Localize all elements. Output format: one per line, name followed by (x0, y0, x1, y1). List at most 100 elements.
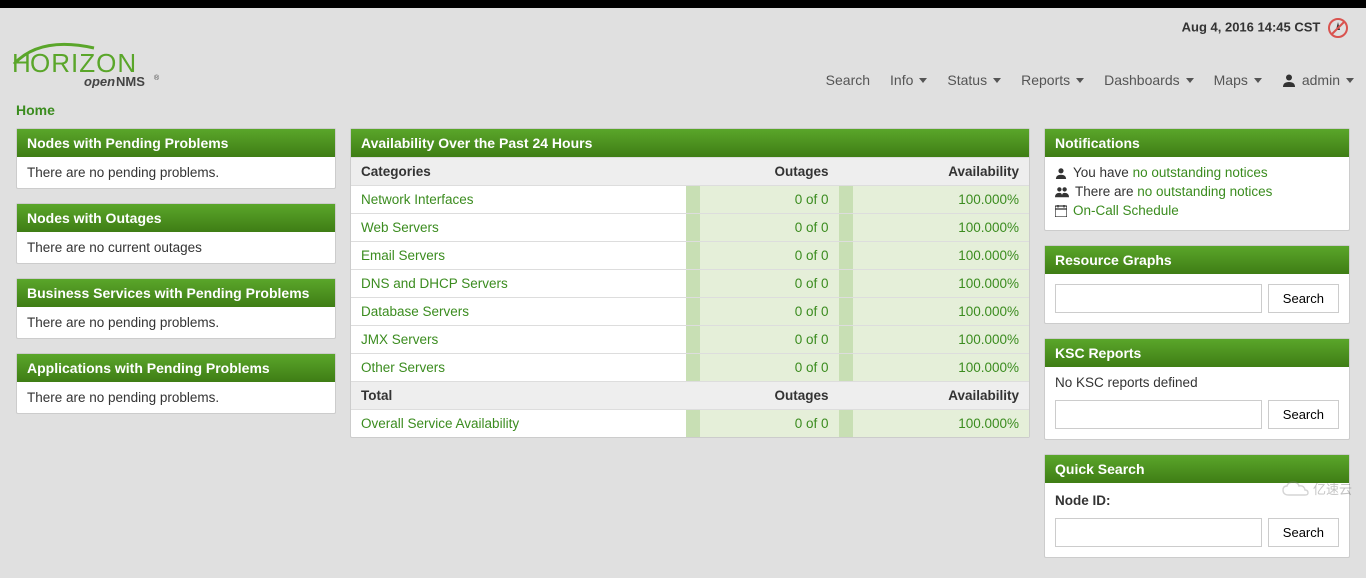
panel-title: Business Services with Pending Problems (17, 279, 335, 307)
oncall-link[interactable]: On-Call Schedule (1073, 203, 1179, 218)
node-id-input[interactable] (1055, 518, 1262, 547)
availability-table: Categories Outages Availability Network … (351, 157, 1029, 437)
datetime-text: Aug 4, 2016 14:45 CST (1182, 19, 1321, 34)
category-link[interactable]: Web Servers (361, 220, 439, 235)
quick-search-button[interactable]: Search (1268, 518, 1339, 547)
outages-cell: 0 of 0 (700, 326, 838, 353)
users-icon (1055, 186, 1069, 198)
nav-search[interactable]: Search (826, 72, 870, 88)
center-column: Availability Over the Past 24 Hours Cate… (350, 128, 1030, 438)
avail-cell: 100.000% (853, 270, 1029, 297)
outages-cell: 0 of 0 (700, 242, 838, 269)
table-row: DNS and DHCP Servers 0 of 0 100.000% (351, 270, 1029, 298)
table-overall-row: Overall Service Availability 0 of 0 100.… (351, 410, 1029, 438)
user-icon (1055, 167, 1067, 179)
svg-text:H: H (12, 48, 32, 78)
overall-outages: 0 of 0 (700, 410, 838, 437)
col-outages: Outages (686, 158, 838, 186)
notif-you-line: You have no outstanding notices (1055, 165, 1339, 180)
panel-body: There are no pending problems. (17, 157, 335, 188)
notif-there-line: There are no outstanding notices (1055, 184, 1339, 199)
panel-resource-graphs: Resource Graphs Search (1044, 245, 1350, 324)
header: Aug 4, 2016 14:45 CST H ORIZON open NMS … (0, 8, 1366, 96)
user-icon (1282, 73, 1296, 87)
ksc-search-button[interactable]: Search (1268, 400, 1339, 429)
svg-text:®: ® (154, 74, 160, 82)
panel-title: KSC Reports (1045, 339, 1349, 367)
ksc-input[interactable] (1055, 400, 1262, 429)
panel-title: Notifications (1045, 129, 1349, 157)
panel-availability: Availability Over the Past 24 Hours Cate… (350, 128, 1030, 438)
nav-dashboards-label: Dashboards (1104, 72, 1180, 88)
resource-graphs-input[interactable] (1055, 284, 1262, 313)
panel-title: Resource Graphs (1045, 246, 1349, 274)
calendar-icon (1055, 205, 1067, 217)
chevron-down-icon (919, 78, 927, 83)
right-column: Notifications You have no outstanding no… (1044, 128, 1350, 558)
table-header-row: Categories Outages Availability (351, 158, 1029, 186)
avail-cell: 100.000% (853, 354, 1029, 381)
panel-ksc: KSC Reports No KSC reports defined Searc… (1044, 338, 1350, 440)
panel-body: There are no pending problems. (17, 307, 335, 338)
notif-there-prefix: There are (1075, 184, 1137, 199)
nav-reports[interactable]: Reports (1021, 72, 1084, 88)
nav-dashboards[interactable]: Dashboards (1104, 72, 1194, 88)
outages-cell: 0 of 0 (700, 186, 838, 213)
total-availability: Availability (839, 382, 1029, 410)
notif-you-link[interactable]: no outstanding notices (1133, 165, 1268, 180)
category-link[interactable]: DNS and DHCP Servers (361, 276, 508, 291)
col-categories: Categories (351, 158, 686, 186)
logo[interactable]: H ORIZON open NMS ® (12, 42, 172, 88)
overall-link[interactable]: Overall Service Availability (361, 416, 519, 431)
overall-avail: 100.000% (853, 410, 1029, 437)
category-link[interactable]: Email Servers (361, 248, 445, 263)
breadcrumb-home[interactable]: Home (16, 102, 55, 118)
nav-status[interactable]: Status (947, 72, 1001, 88)
left-column: Nodes with Pending Problems There are no… (16, 128, 336, 414)
chevron-down-icon (1076, 78, 1084, 83)
notif-oncall-line: On-Call Schedule (1055, 203, 1339, 218)
panel-title: Nodes with Outages (17, 204, 335, 232)
outages-cell: 0 of 0 (700, 354, 838, 381)
col-availability: Availability (839, 158, 1029, 186)
chevron-down-icon (1254, 78, 1262, 83)
nav-info[interactable]: Info (890, 72, 927, 88)
panel-notifications: Notifications You have no outstanding no… (1044, 128, 1350, 231)
resource-graphs-search-button[interactable]: Search (1268, 284, 1339, 313)
alarm-icon[interactable] (1328, 18, 1348, 38)
nav-search-label: Search (826, 72, 870, 88)
nav-maps-label: Maps (1214, 72, 1248, 88)
panel-biz-pending: Business Services with Pending Problems … (16, 278, 336, 339)
header-datetime-row: Aug 4, 2016 14:45 CST (12, 14, 1354, 42)
svg-text:open: open (84, 74, 115, 88)
table-row: Other Servers 0 of 0 100.000% (351, 354, 1029, 382)
nav-status-label: Status (947, 72, 987, 88)
table-total-row: Total Outages Availability (351, 382, 1029, 410)
total-outages: Outages (686, 382, 838, 410)
nav-admin[interactable]: admin (1282, 72, 1354, 88)
table-row: JMX Servers 0 of 0 100.000% (351, 326, 1029, 354)
panel-title: Applications with Pending Problems (17, 354, 335, 382)
nav-admin-label: admin (1302, 72, 1340, 88)
panel-title: Availability Over the Past 24 Hours (351, 129, 1029, 157)
notif-there-link[interactable]: no outstanding notices (1137, 184, 1272, 199)
window-top-bar (0, 0, 1366, 8)
total-label: Total (351, 382, 686, 410)
table-row: Email Servers 0 of 0 100.000% (351, 242, 1029, 270)
panel-title: Nodes with Pending Problems (17, 129, 335, 157)
category-link[interactable]: Other Servers (361, 360, 445, 375)
breadcrumb: Home (0, 96, 1366, 128)
panel-body: There are no current outages (17, 232, 335, 263)
panel-nodes-pending: Nodes with Pending Problems There are no… (16, 128, 336, 189)
ksc-body: No KSC reports defined (1045, 367, 1349, 390)
panel-body: There are no pending problems. (17, 382, 335, 413)
chevron-down-icon (1346, 78, 1354, 83)
category-link[interactable]: Network Interfaces (361, 192, 474, 207)
table-row: Web Servers 0 of 0 100.000% (351, 214, 1029, 242)
nav-maps[interactable]: Maps (1214, 72, 1262, 88)
table-row: Database Servers 0 of 0 100.000% (351, 298, 1029, 326)
panel-apps-pending: Applications with Pending Problems There… (16, 353, 336, 414)
category-link[interactable]: Database Servers (361, 304, 469, 319)
node-id-label: Node ID: (1045, 483, 1349, 508)
category-link[interactable]: JMX Servers (361, 332, 438, 347)
